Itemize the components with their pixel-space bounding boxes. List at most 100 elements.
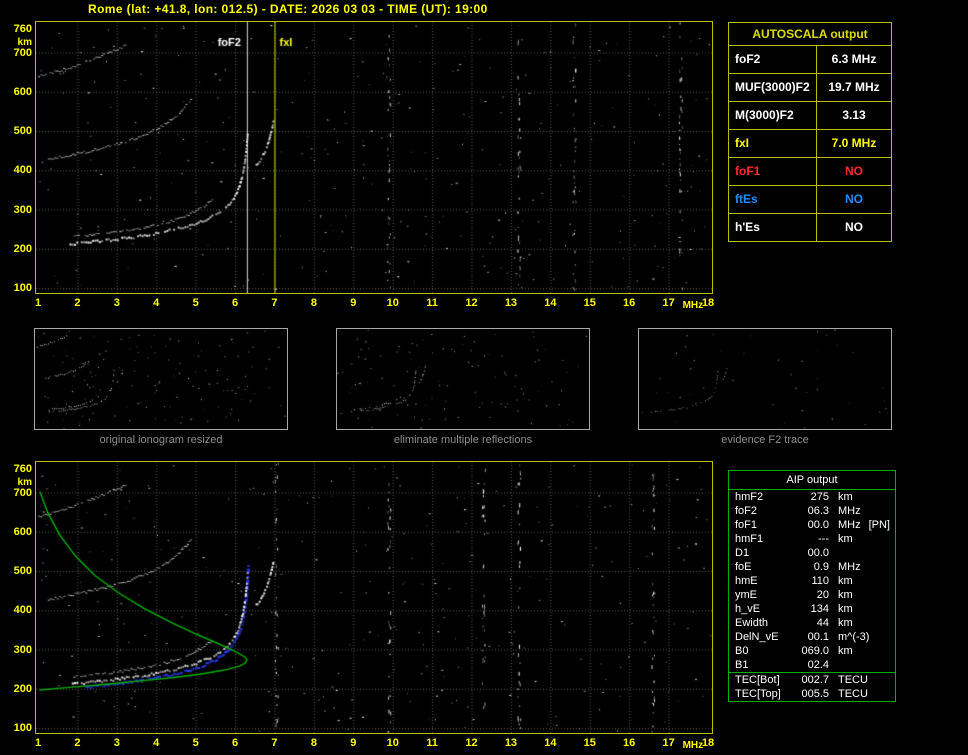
x-tick-label: 16 [623, 297, 636, 309]
aip-row-label: TEC[Bot] [735, 674, 780, 686]
aip-row-label: Ewidth [735, 617, 769, 629]
aip-table-rows: hmF2 275 km foF2 06.3 MHz foF1 00.0 MHz [PN] hmF1 -… [729, 490, 895, 701]
y-tick-label: 400 [13, 164, 32, 177]
x-tick-label: 9 [350, 737, 357, 749]
aip-row-label: hmF2 [735, 491, 764, 503]
aip-row-label: D1 [735, 547, 750, 559]
x-tick-label: 6 [231, 297, 239, 309]
aip-row-unit: m^(-3) [838, 631, 870, 643]
x-tick-label: 4 [153, 297, 160, 309]
aip-table-header: AIP output [729, 471, 895, 490]
autoscala-table-rows: foF2 6.3 MHz MUF(3000)F2 19.7 MHz M(3000)F2 3… [729, 46, 891, 241]
x-tick-label: 18 [701, 297, 715, 309]
x-tick-label: 17 [662, 737, 675, 749]
aip-row: TEC[Bot] 002.7 TECU [729, 672, 895, 687]
thumbnail-caption-evidence: evidence F2 trace [721, 434, 809, 446]
autoscala-row: foF2 6.3 MHz [729, 46, 891, 74]
autoscala-row-label: MUF(3000)F2 [729, 74, 817, 101]
aip-table: AIP output hmF2 275 km foF2 06.3 MHz foF1 00.0 M… [728, 470, 896, 702]
x-tick-label: 2 [74, 297, 81, 309]
aip-row-note [890, 546, 895, 560]
aip-row-label: h_vE [735, 603, 761, 615]
x-tick-label: 16 [623, 737, 636, 749]
aip-row-unit: km [838, 645, 853, 657]
aip-row-label: ymE [735, 589, 757, 601]
y-tick-label: 760 [13, 463, 32, 475]
top-ionogram-canvas [36, 22, 712, 293]
y-tick-label: 700 [13, 486, 32, 499]
aip-row-unit: MHz [838, 561, 861, 573]
y-axis-unit-label: km [17, 37, 32, 48]
autoscala-row: ftEs NO [729, 186, 891, 214]
aip-row-value: 134 [810, 603, 829, 615]
aip-row-unit: km [838, 603, 853, 615]
x-tick-label: 15 [583, 737, 596, 749]
autoscala-row-label: ftEs [729, 186, 817, 213]
aip-row-note [890, 574, 895, 588]
aip-row-value: 110 [811, 575, 829, 587]
thumbnail-eliminate-canvas [337, 329, 589, 429]
y-tick-label: 500 [13, 125, 32, 138]
aip-row-label: foF1 [735, 519, 758, 531]
aip-row-unit: TECU [838, 674, 868, 686]
x-tick-label: 7 [271, 737, 278, 749]
aip-row-note [890, 560, 895, 574]
x-tick-label: 4 [153, 737, 160, 749]
aip-row-value: 20 [816, 589, 829, 601]
aip-row-label: B1 [735, 659, 749, 671]
bottom-ionogram-plot [35, 461, 713, 734]
thumbnail-eliminate-multiples [336, 328, 590, 430]
y-tick-label: 300 [13, 203, 32, 216]
x-tick-label: 14 [544, 297, 557, 309]
aip-row-note [890, 532, 895, 546]
y-tick-label: 600 [13, 525, 32, 538]
x-tick-label: 6 [231, 737, 239, 749]
aip-row-value: 005.5 [801, 688, 829, 700]
x-tick-label: 7 [271, 297, 278, 309]
x-tick-label: 11 [426, 297, 438, 309]
aip-row-unit: km [838, 533, 853, 545]
x-tick-label: 9 [350, 297, 357, 309]
aip-row: foE 0.9 MHz [729, 560, 895, 574]
aip-row-label: DelN_vE [735, 631, 779, 643]
autoscala-row-value: 3.13 [842, 108, 866, 122]
x-tick-label: 1 [34, 297, 42, 309]
x-tick-label: 1 [34, 737, 42, 749]
aip-row: D1 00.0 [729, 546, 895, 560]
aip-row-value: 02.4 [807, 659, 829, 671]
x-axis-unit-label: MHz [682, 300, 704, 311]
x-tick-label: 12 [465, 737, 478, 749]
aip-row-value: 00.0 [807, 519, 829, 531]
aip-row-unit: km [838, 589, 853, 601]
aip-row-value: --- [818, 533, 829, 545]
autoscala-row-value: 19.7 MHz [828, 80, 880, 94]
autoscala-row: MUF(3000)F2 19.7 MHz [729, 74, 891, 102]
x-tick-label: 3 [113, 297, 120, 309]
autoscala-row-value: NO [845, 192, 863, 206]
aip-row-unit: TECU [838, 688, 868, 700]
x-tick-label: 8 [310, 297, 317, 309]
autoscala-row-value: NO [845, 220, 863, 234]
x-tick-label: 11 [426, 737, 438, 749]
aip-row-label: hmF1 [735, 533, 764, 545]
y-tick-label: 500 [13, 565, 32, 578]
aip-row-unit: km [838, 617, 853, 629]
aip-row: ymE 20 km [729, 588, 895, 602]
autoscala-row-value: NO [845, 164, 863, 178]
aip-row-label: B0 [735, 645, 749, 657]
aip-row-value: 00.0 [807, 547, 829, 559]
aip-row-label: TEC[Top] [735, 688, 781, 700]
autoscala-row-label: foF1 [729, 158, 817, 185]
aip-row-label: foF2 [735, 505, 758, 517]
y-tick-label: 200 [13, 682, 32, 695]
autoscala-row: foF1 NO [729, 158, 891, 186]
x-tick-label: 8 [310, 737, 317, 749]
bottom-ionogram-canvas [36, 462, 712, 733]
x-tick-label: 12 [465, 297, 478, 309]
aip-row-note [890, 616, 895, 630]
thumbnail-caption-original: original ionogram resized [99, 434, 223, 446]
aip-row: hmE 110 km [729, 574, 895, 588]
thumbnail-evidence-canvas [639, 329, 891, 429]
y-tick-label: 200 [13, 242, 32, 255]
autoscala-row-value: 6.3 MHz [831, 52, 877, 66]
